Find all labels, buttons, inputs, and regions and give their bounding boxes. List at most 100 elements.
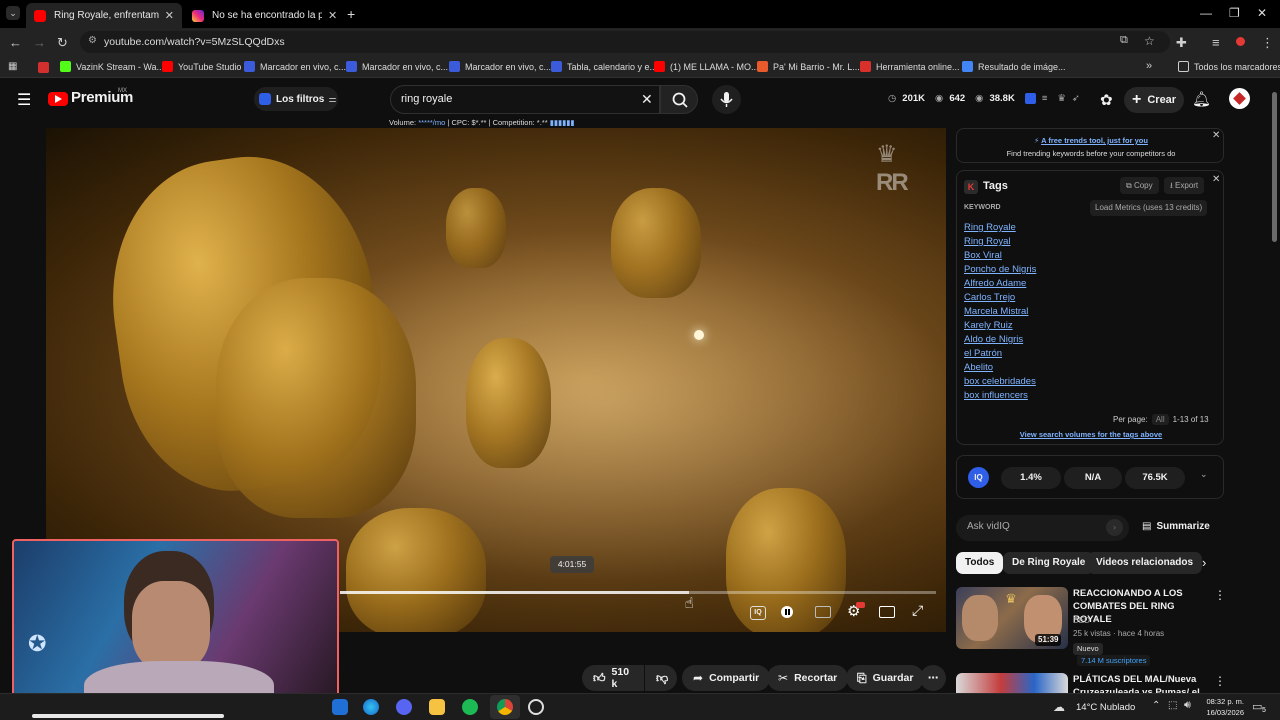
progress-bar[interactable] xyxy=(340,591,936,594)
chip-from-channel[interactable]: De Ring Royale xyxy=(1003,552,1095,574)
reload-icon[interactable]: ↻ xyxy=(57,35,68,51)
video-menu-icon[interactable]: ⋮ xyxy=(1214,588,1226,602)
chip-related[interactable]: Videos relacionados xyxy=(1087,552,1203,574)
back-icon[interactable]: ← xyxy=(9,35,22,50)
load-metrics-button[interactable]: Load Metrics (uses 13 credits) xyxy=(1090,200,1208,216)
tag-item[interactable]: Alfredo Adame xyxy=(964,277,1036,291)
extensions-icon[interactable]: ✚ xyxy=(1176,35,1187,51)
network-icon[interactable]: ⬚ xyxy=(1168,700,1177,711)
view-volumes-link[interactable]: View search volumes for the tags above xyxy=(957,430,1225,439)
tag-item[interactable]: el Patrón xyxy=(964,347,1036,361)
weather-text[interactable]: 14°C Nublado xyxy=(1076,702,1135,713)
tag-item[interactable]: Poncho de Nigris xyxy=(964,263,1036,277)
bookmark-icon[interactable] xyxy=(38,62,49,73)
tag-item[interactable]: box celebridades xyxy=(964,375,1036,389)
related-video-thumbnail[interactable]: ♛ 51:39 xyxy=(956,587,1068,649)
address-bar[interactable]: ⚙ youtube.com/watch?v=5MzSLQQdDxs ⧉ ☆ xyxy=(80,31,1170,53)
create-button[interactable]: + Crear xyxy=(1124,87,1184,113)
per-page-select[interactable]: All xyxy=(1151,414,1169,425)
restore-icon[interactable]: ❐ xyxy=(1229,6,1240,20)
bookmark-item[interactable]: (1) ME LLAMA - MO... xyxy=(654,61,759,72)
bookmark-item[interactable]: VazinK Stream - Wa... xyxy=(60,61,164,72)
clip-button[interactable]: ✂ Recortar xyxy=(767,665,849,691)
youtube-logo-icon[interactable] xyxy=(48,92,68,106)
tag-item[interactable]: Box Viral xyxy=(964,249,1036,263)
close-window-icon[interactable]: ✕ xyxy=(1257,6,1267,20)
tab-not-found[interactable]: No se ha encontrado la página ✕ xyxy=(184,3,346,28)
bookmark-item[interactable]: YouTube Studio xyxy=(162,61,241,72)
discord-icon[interactable] xyxy=(396,699,412,715)
chip-all[interactable]: Todos xyxy=(956,552,1004,574)
more-bookmarks-icon[interactable]: » xyxy=(1146,60,1152,72)
send-icon[interactable]: › xyxy=(1106,519,1123,536)
save-button[interactable]: ⎘ Guardar xyxy=(846,665,925,691)
tab-ring-royale[interactable]: Ring Royale, enfrentamientos E ✕ xyxy=(26,3,182,28)
theater-mode-icon[interactable] xyxy=(879,606,895,618)
tag-item[interactable]: Ring Royal xyxy=(964,235,1036,249)
subtitles-icon[interactable] xyxy=(815,606,831,618)
vidiq-extension-icon[interactable]: ✿ xyxy=(1100,91,1113,109)
autoplay-toggle-icon[interactable] xyxy=(781,606,793,618)
taskbar-app-icon[interactable] xyxy=(332,699,348,715)
close-promo-icon[interactable]: ✕ xyxy=(1212,130,1220,141)
chips-next-icon[interactable]: › xyxy=(1202,555,1206,570)
obs-icon[interactable] xyxy=(528,699,544,715)
chrome-taskbar-active[interactable] xyxy=(490,695,520,719)
bookmark-item[interactable]: Marcador en vivo, c... xyxy=(346,61,448,72)
ask-vidiq-input[interactable]: Ask vidIQ › xyxy=(956,515,1129,541)
tag-item[interactable]: Abelito xyxy=(964,361,1036,375)
install-icon[interactable]: ⧉ xyxy=(1120,34,1128,47)
bookmark-item[interactable]: Pa' Mi Barrio - Mr. L... xyxy=(757,61,860,72)
file-explorer-icon[interactable] xyxy=(429,699,445,715)
dislike-button[interactable]: 👎︎ xyxy=(645,665,677,691)
menu-icon[interactable]: ⋮ xyxy=(1261,35,1274,51)
tag-item[interactable]: Marcela Mistral xyxy=(964,305,1036,319)
volume-icon[interactable]: 🔊︎ xyxy=(1184,699,1191,712)
bookmark-item[interactable]: Marcador en vivo, c... xyxy=(244,61,346,72)
clear-search-icon[interactable]: ✕ xyxy=(641,91,653,108)
media-icon[interactable]: ≡ xyxy=(1212,35,1220,50)
fullscreen-icon[interactable]: ⤢ xyxy=(912,602,923,619)
more-actions-button[interactable]: ⋯ xyxy=(920,665,946,691)
edge-icon[interactable] xyxy=(363,699,379,715)
search-button[interactable] xyxy=(660,85,698,114)
account-avatar[interactable] xyxy=(1229,88,1250,109)
notification-center-icon[interactable]: ▭ xyxy=(1252,700,1262,713)
clock[interactable]: 08:32 p. m. 16/03/2026 xyxy=(1202,696,1244,718)
voice-search-button[interactable] xyxy=(712,85,741,114)
show-hidden-icons[interactable]: ⌃ xyxy=(1152,700,1160,711)
tag-item[interactable]: Ring Royale xyxy=(964,221,1036,235)
copy-tags-button[interactable]: ⧉ Copy xyxy=(1120,177,1159,194)
close-tab-icon[interactable]: ✕ xyxy=(328,9,337,22)
page-scrollbar[interactable] xyxy=(1272,92,1277,242)
close-tags-icon[interactable]: ✕ xyxy=(1212,174,1220,185)
hamburger-menu-icon[interactable]: ☰ xyxy=(17,90,31,110)
spotify-icon[interactable] xyxy=(462,699,478,715)
notifications-icon[interactable]: 🔔︎ xyxy=(1192,90,1211,108)
bookmark-item[interactable]: Tabla, calendario y e... xyxy=(551,61,657,72)
forward-icon[interactable]: → xyxy=(33,35,46,50)
search-input[interactable]: ring royale ✕ xyxy=(390,85,660,114)
bookmark-star-icon[interactable]: ☆ xyxy=(1144,34,1155,48)
vidiq-player-icon[interactable]: IQ xyxy=(750,606,766,620)
bookmark-item[interactable]: Herramienta online... xyxy=(860,61,960,72)
video-menu-icon[interactable]: ⋮ xyxy=(1214,674,1226,688)
share-button[interactable]: ➦ Compartir xyxy=(682,665,771,691)
bookmark-item[interactable]: Resultado de imáge... xyxy=(962,61,1066,72)
all-bookmarks[interactable]: Todos los marcadores xyxy=(1178,61,1280,72)
filters-button[interactable]: Los filtros ⚌ xyxy=(254,87,338,111)
related-video-thumbnail[interactable] xyxy=(956,673,1068,695)
summarize-button[interactable]: ▤ Summarize xyxy=(1142,521,1210,532)
tag-item[interactable]: Carlos Trejo xyxy=(964,291,1036,305)
profile-avatar[interactable] xyxy=(1236,37,1245,46)
bookmark-item[interactable]: Marcador en vivo, c... xyxy=(449,61,551,72)
related-video-channel[interactable]: DED ✔ xyxy=(1073,616,1099,625)
export-tags-button[interactable]: ⭳ Export xyxy=(1164,177,1205,194)
new-tab-icon[interactable]: + xyxy=(347,6,355,22)
promo-link[interactable]: ⚡ A free trends tool, just for you xyxy=(957,136,1225,145)
expand-metrics-icon[interactable]: ⌄ xyxy=(1200,469,1208,480)
close-tab-icon[interactable]: ✕ xyxy=(165,9,174,22)
tab-search-icon[interactable]: ⌄ xyxy=(6,6,20,20)
tag-item[interactable]: Karely Ruiz xyxy=(964,319,1036,333)
like-button[interactable]: 👍︎ 510 k xyxy=(582,665,644,691)
